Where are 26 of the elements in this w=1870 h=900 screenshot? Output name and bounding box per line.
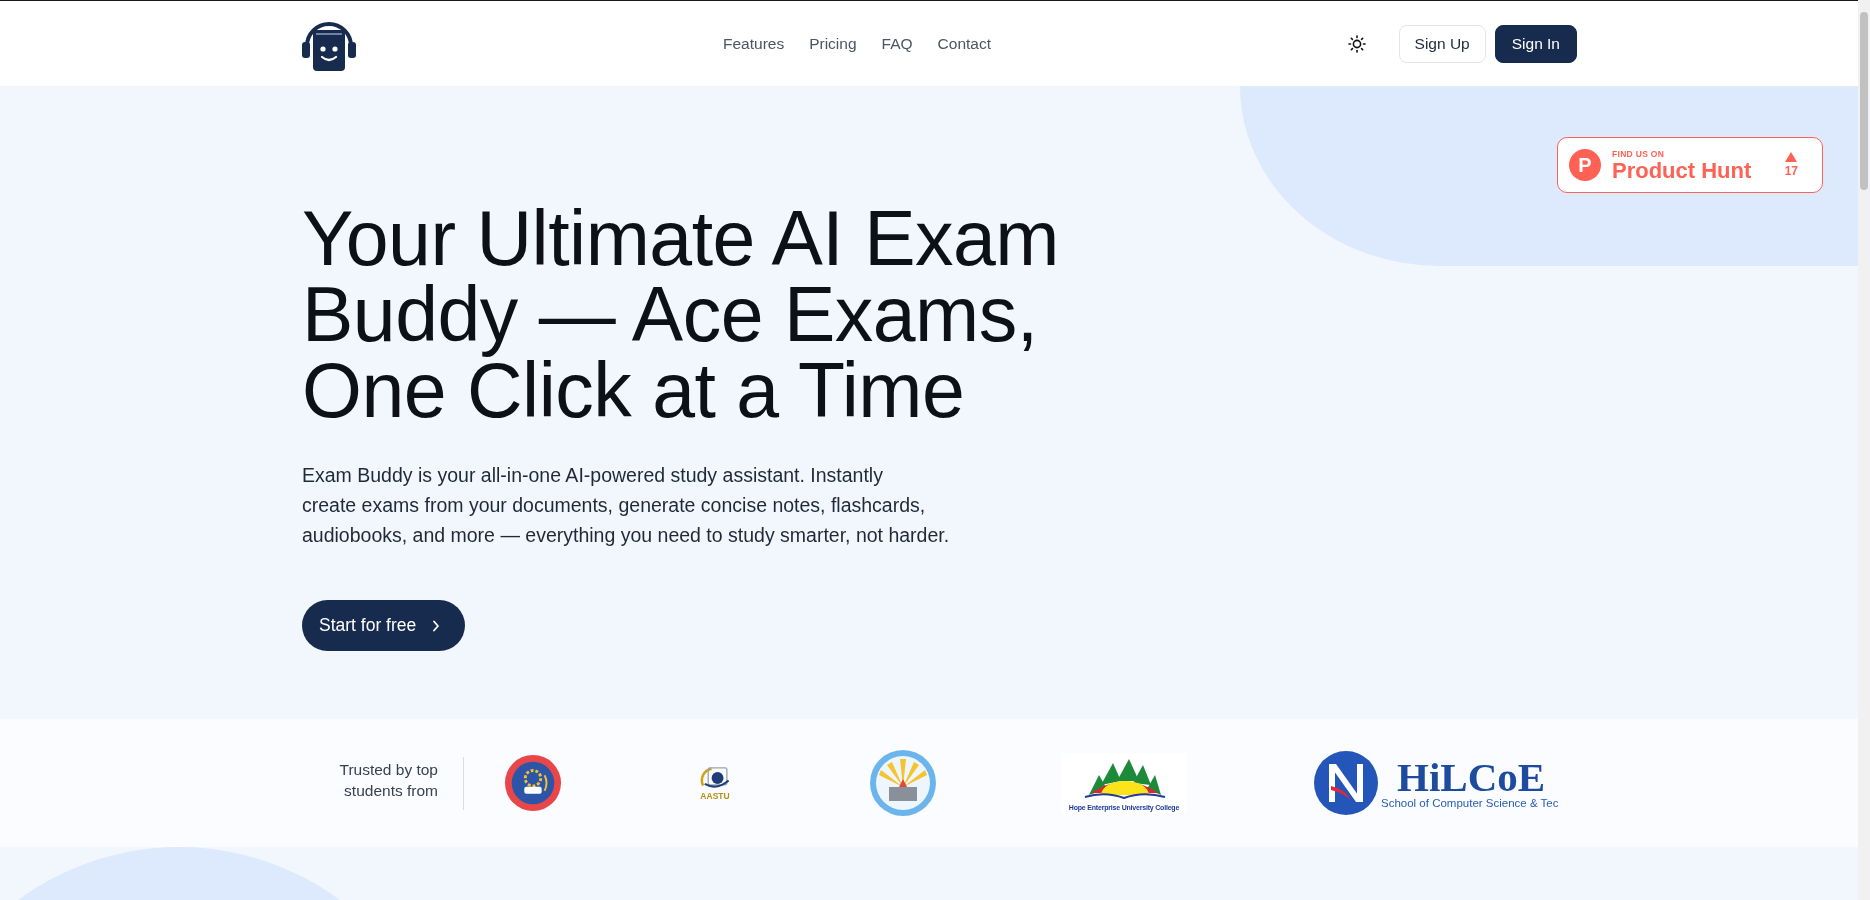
logo-caption: AASTU	[700, 791, 730, 801]
theme-toggle-button[interactable]	[1347, 34, 1366, 53]
logo-caption: School of Computer Science & Tec	[1381, 796, 1559, 810]
monogram-logo	[1313, 750, 1379, 816]
nav-link[interactable]: FAQ	[881, 34, 913, 53]
badge-title: Product Hunt	[1612, 158, 1752, 182]
upvote-count: 17	[1784, 165, 1798, 178]
ring-seal-logo	[504, 754, 562, 812]
nav-link[interactable]: Pricing	[809, 34, 857, 53]
chevron-right-icon	[432, 619, 441, 632]
nav-link[interactable]: Features	[723, 34, 785, 53]
start-for-free-button[interactable]: Start for free	[302, 600, 466, 651]
logo-wordmark: HiLCoE	[1397, 756, 1546, 797]
badge-eyebrow: FIND US ON	[1612, 148, 1666, 159]
scrollbar-thumb[interactable]	[1860, 12, 1868, 190]
trusted-by-label: Trusted by top students from	[338, 760, 438, 801]
nav-link[interactable]: Contact	[937, 34, 991, 53]
hero-description: Exam Buddy is your all-in-one AI-powered study assistant. Instantly create exams from your documents, generate concise notes, flashcards, audiobooks, and more — everything you need to study smarter, not harder.	[302, 463, 950, 548]
upvote-triangle-icon	[1785, 152, 1798, 162]
sun-seal-logo	[869, 749, 937, 817]
sign-in-button[interactable]: Sign In	[1494, 24, 1577, 63]
emblem-logo	[698, 765, 732, 791]
sun-icon	[1347, 34, 1366, 53]
hero-heading: Your Ultimate AI Exam Buddy — Ace Exams, One Click at a Time	[302, 200, 1059, 428]
logo-mark: P	[1569, 149, 1601, 181]
sign-up-button[interactable]: Sign Up	[1398, 24, 1486, 63]
